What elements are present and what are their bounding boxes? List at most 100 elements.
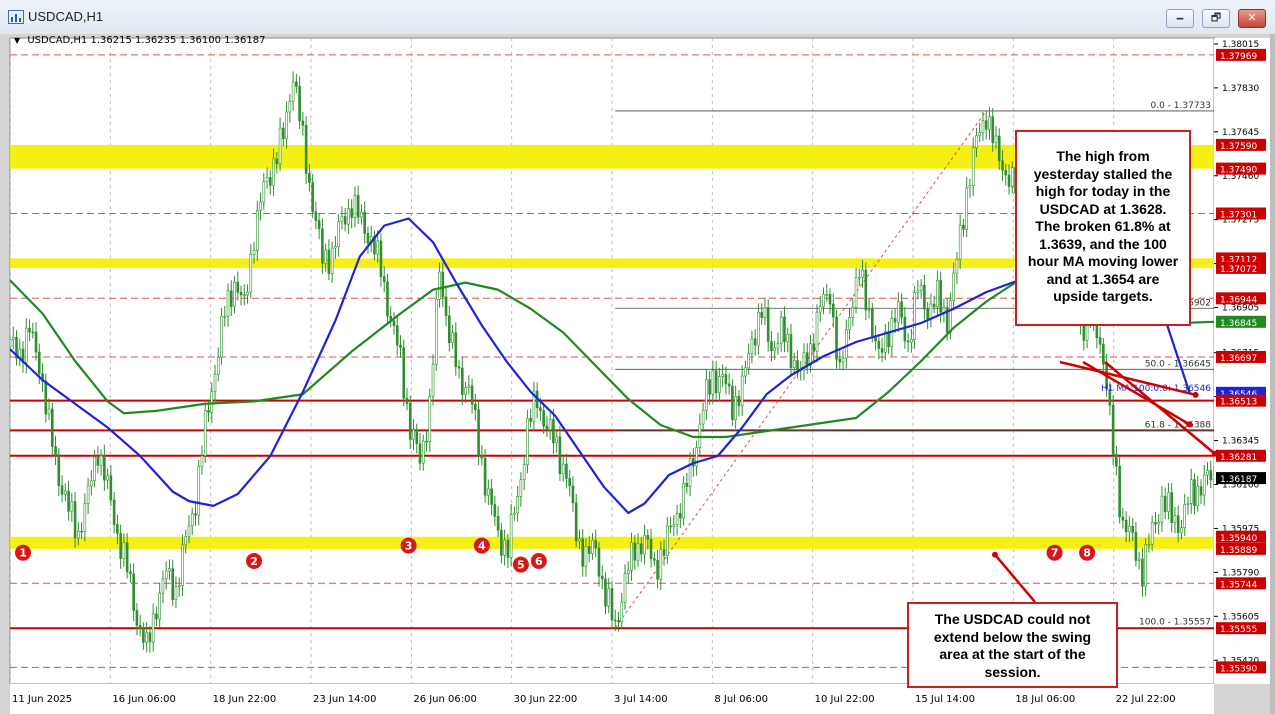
candle-body <box>334 246 337 249</box>
candle-body <box>630 542 633 571</box>
candle-body <box>731 385 734 420</box>
candle-body <box>571 485 575 504</box>
price-level-badge-label: 1.37969 <box>1220 52 1257 62</box>
candle-body <box>177 585 181 587</box>
candle-body <box>135 610 139 626</box>
candle-body <box>99 455 103 466</box>
candle-body <box>835 316 838 360</box>
ohlc-readout: ▼ USDCAD,H1 1.36215 1.36235 1.36100 1.36… <box>14 35 265 46</box>
candle-body <box>304 125 308 174</box>
candle-body <box>906 340 910 343</box>
annotation-line: The high from <box>1056 148 1150 164</box>
collapse-triangle-icon[interactable]: ▼ <box>14 36 20 45</box>
candle-body <box>701 409 705 425</box>
candle-body <box>786 334 790 343</box>
candle-body <box>343 216 347 225</box>
candle-body <box>467 385 471 389</box>
candle-body <box>965 187 968 230</box>
candle-body <box>90 480 93 487</box>
candle-body <box>1206 470 1209 476</box>
candle-body <box>278 127 282 165</box>
candle-body <box>620 602 624 623</box>
candle-body <box>682 483 685 519</box>
candle-body <box>1102 343 1105 365</box>
candle-body <box>1134 532 1138 561</box>
candle-body <box>314 211 318 221</box>
candle-body <box>54 446 57 455</box>
candle-body <box>493 504 497 517</box>
annotation-line: upside targets. <box>1053 288 1153 304</box>
ohlc-low: 1.36100 <box>179 35 221 46</box>
candle-body <box>93 456 96 482</box>
candle-body <box>148 632 152 643</box>
minimize-button[interactable]: 🗕 <box>1166 9 1194 28</box>
candle-body <box>561 463 565 475</box>
annotation-line: 1.3639, and the 100 <box>1039 235 1167 252</box>
candle-body <box>968 185 972 189</box>
time-tick-label: 11 Jun 2025 <box>12 694 72 705</box>
candle-body <box>659 549 663 580</box>
candle-body <box>402 347 406 399</box>
candle-body <box>1189 479 1193 504</box>
candle-body <box>685 483 689 487</box>
time-tick-label: 26 Jun 06:00 <box>413 694 477 705</box>
candle-body <box>568 478 571 487</box>
candle-body <box>1098 337 1102 345</box>
candle-body <box>597 547 601 577</box>
candle-body <box>887 331 890 347</box>
swing-low-marker-label: 5 <box>517 559 525 572</box>
scrollbar[interactable] <box>1270 34 1275 714</box>
candle-body <box>613 619 617 622</box>
candle-body <box>207 410 210 413</box>
candle-body <box>783 316 786 343</box>
candle-body <box>600 575 604 580</box>
candle-body <box>252 250 256 255</box>
candle-body <box>773 347 777 351</box>
candle-body <box>900 301 903 318</box>
annotation-line: extend below the swing <box>933 628 1092 645</box>
candle-body <box>145 632 148 643</box>
candle-body <box>997 135 1001 162</box>
candle-body <box>1196 486 1200 506</box>
price-level-badge-label: 1.36944 <box>1220 295 1257 305</box>
candle-body <box>636 543 640 561</box>
candle-body <box>51 408 54 447</box>
candle-body <box>155 613 158 620</box>
candle-body <box>864 269 868 311</box>
candle-body <box>828 293 832 305</box>
candle-body <box>932 303 936 308</box>
candle-body <box>80 530 83 533</box>
candle-body <box>428 395 432 442</box>
candle-body <box>529 418 532 422</box>
annotation-line: and at 1.3654 are <box>1046 270 1160 287</box>
candle-body <box>988 116 991 130</box>
candle-body <box>825 293 829 296</box>
candle-body <box>737 395 741 407</box>
time-tick-label: 16 Jun 06:00 <box>112 694 176 705</box>
swing-low-marker-label: 6 <box>535 555 543 568</box>
candle-body <box>356 195 360 218</box>
candle-body <box>760 312 763 318</box>
candle-body <box>1147 543 1151 546</box>
candle-body <box>626 569 630 574</box>
candle-body <box>522 464 526 481</box>
candle-body <box>838 358 842 363</box>
restore-button[interactable]: 🗗 <box>1202 9 1230 28</box>
candle-body <box>122 542 126 559</box>
candle-body <box>971 147 975 186</box>
candle-body <box>454 332 458 368</box>
candle-body <box>441 271 445 298</box>
candle-body <box>578 538 581 542</box>
candle-body <box>1131 525 1134 533</box>
candle-body <box>1167 492 1170 513</box>
candle-body <box>1173 515 1177 524</box>
candle-body <box>28 327 31 333</box>
close-button[interactable]: ✕ <box>1238 9 1266 28</box>
candle-body <box>770 341 773 351</box>
price-level-badge-label: 1.36845 <box>1220 319 1257 329</box>
candle-body <box>350 208 353 218</box>
candle-body <box>337 221 340 247</box>
candle-body <box>958 224 962 260</box>
candle-body <box>513 512 516 515</box>
candle-body <box>753 338 757 346</box>
